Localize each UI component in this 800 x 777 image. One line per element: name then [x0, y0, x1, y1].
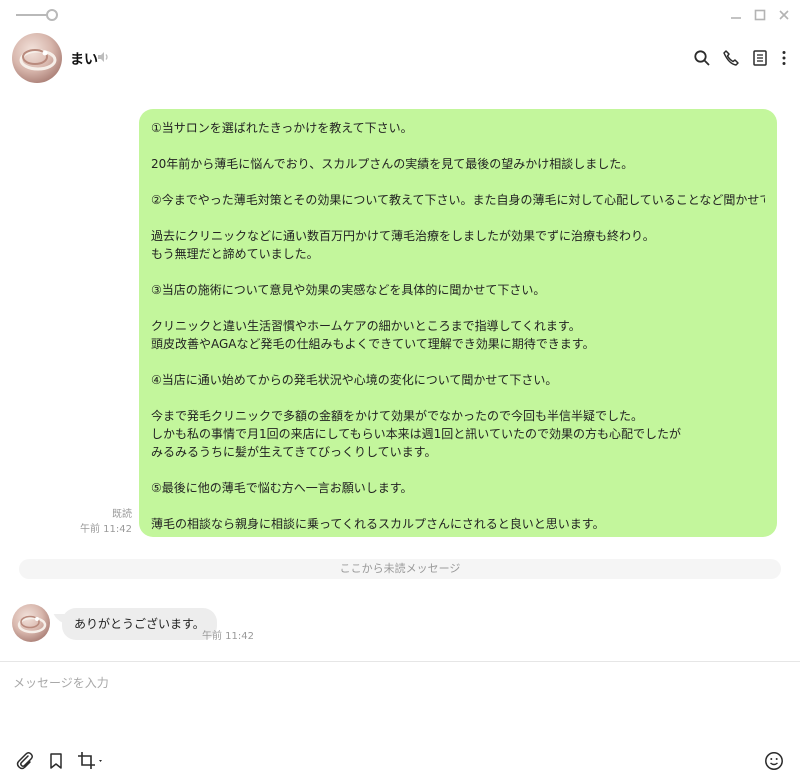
paperclip-icon[interactable] [15, 751, 35, 771]
message-line: 薄毛の相談なら親身に相談に乗ってくれるスカルプさんにされると良いと思います。 [151, 517, 605, 531]
message-line: みるみるうちに髪が生えてきてびっくりしています。 [151, 445, 437, 459]
message-line: 20年前から薄毛に悩んでおり、スカルプさんの実績を見て最後の望みかけ相談しました… [151, 157, 634, 171]
message-line [151, 353, 765, 371]
close-icon[interactable] [776, 6, 792, 24]
message-line: ③当店の施術について意見や効果の実感などを具体的に聞かせて下さい。 [151, 283, 546, 297]
message-line: 今まで発毛クリニックで多額の金額をかけて効果がでなかったので今回も半信半疑でした… [151, 409, 644, 423]
notes-icon[interactable] [751, 49, 769, 67]
message-line [151, 263, 765, 281]
outgoing-message-meta: 既読 午前 11:42 [80, 507, 132, 537]
message-line: クリニックと違い生活習慣やホームケアの細かいところまで指導してくれます。 [151, 319, 581, 333]
speaker-icon[interactable] [96, 49, 110, 68]
contact-avatar[interactable] [12, 33, 62, 83]
message-line: ①当サロンを選ばれたきっかけを教えて下さい。 [151, 121, 413, 135]
read-status: 既読 [112, 509, 132, 520]
crop-icon[interactable] [77, 751, 105, 771]
message-line: ⑤最後に他の薄毛で悩む方へ一言お願いします。 [151, 481, 413, 495]
sender-avatar[interactable] [12, 604, 50, 642]
more-icon[interactable] [778, 49, 790, 67]
message-line [151, 209, 765, 227]
chat-header: まい [0, 30, 800, 88]
chat-title: まい [70, 52, 98, 68]
message-time: 午前 11:42 [202, 631, 254, 642]
message-time: 午前 11:42 [80, 524, 132, 535]
outgoing-message-bubble[interactable]: ①当サロンを選ばれたきっかけを教えて下さい。 20年前から薄毛に悩んでおり、スカル… [139, 109, 777, 537]
message-line: ④当店に通い始めてからの発毛状況や心境の変化について聞かせて下さい。 [151, 373, 558, 387]
search-icon[interactable] [693, 49, 711, 67]
message-line [151, 461, 765, 479]
minimize-icon[interactable] [728, 6, 744, 24]
message-line [151, 389, 765, 407]
message-line: ②今までやった薄毛対策とその効果について教えて下さい。また自身の薄毛に対して心配… [151, 193, 765, 207]
message-line: もう無理だと諦めていました。 [151, 247, 319, 261]
pin-slider-icon[interactable] [16, 9, 58, 21]
bookmark-icon[interactable] [46, 751, 66, 771]
message-line [151, 137, 765, 155]
message-input[interactable] [13, 674, 783, 734]
phone-icon[interactable] [722, 49, 740, 67]
incoming-message-bubble[interactable]: ありがとうございます。 [62, 608, 217, 640]
emoji-icon[interactable] [764, 751, 784, 771]
message-line: しかも私の事情で月1回の来店にしてもらい本来は週1回と訊いていたので効果の方も心… [151, 427, 681, 441]
message-line [151, 497, 765, 515]
message-line [151, 299, 765, 317]
unread-divider: ここから未読メッセージ [19, 559, 781, 579]
message-line [151, 173, 765, 191]
message-composer [0, 661, 800, 777]
maximize-icon[interactable] [752, 6, 768, 24]
message-line: 過去にクリニックなどに通い数百万円かけて薄毛治療をしましたが効果でずに治療も終わ… [151, 229, 655, 243]
window-titlebar [0, 0, 800, 30]
message-line: 頭皮改善やAGAなど発毛の仕組みもよくできていて理解でき効果に期待できます。 [151, 337, 595, 351]
